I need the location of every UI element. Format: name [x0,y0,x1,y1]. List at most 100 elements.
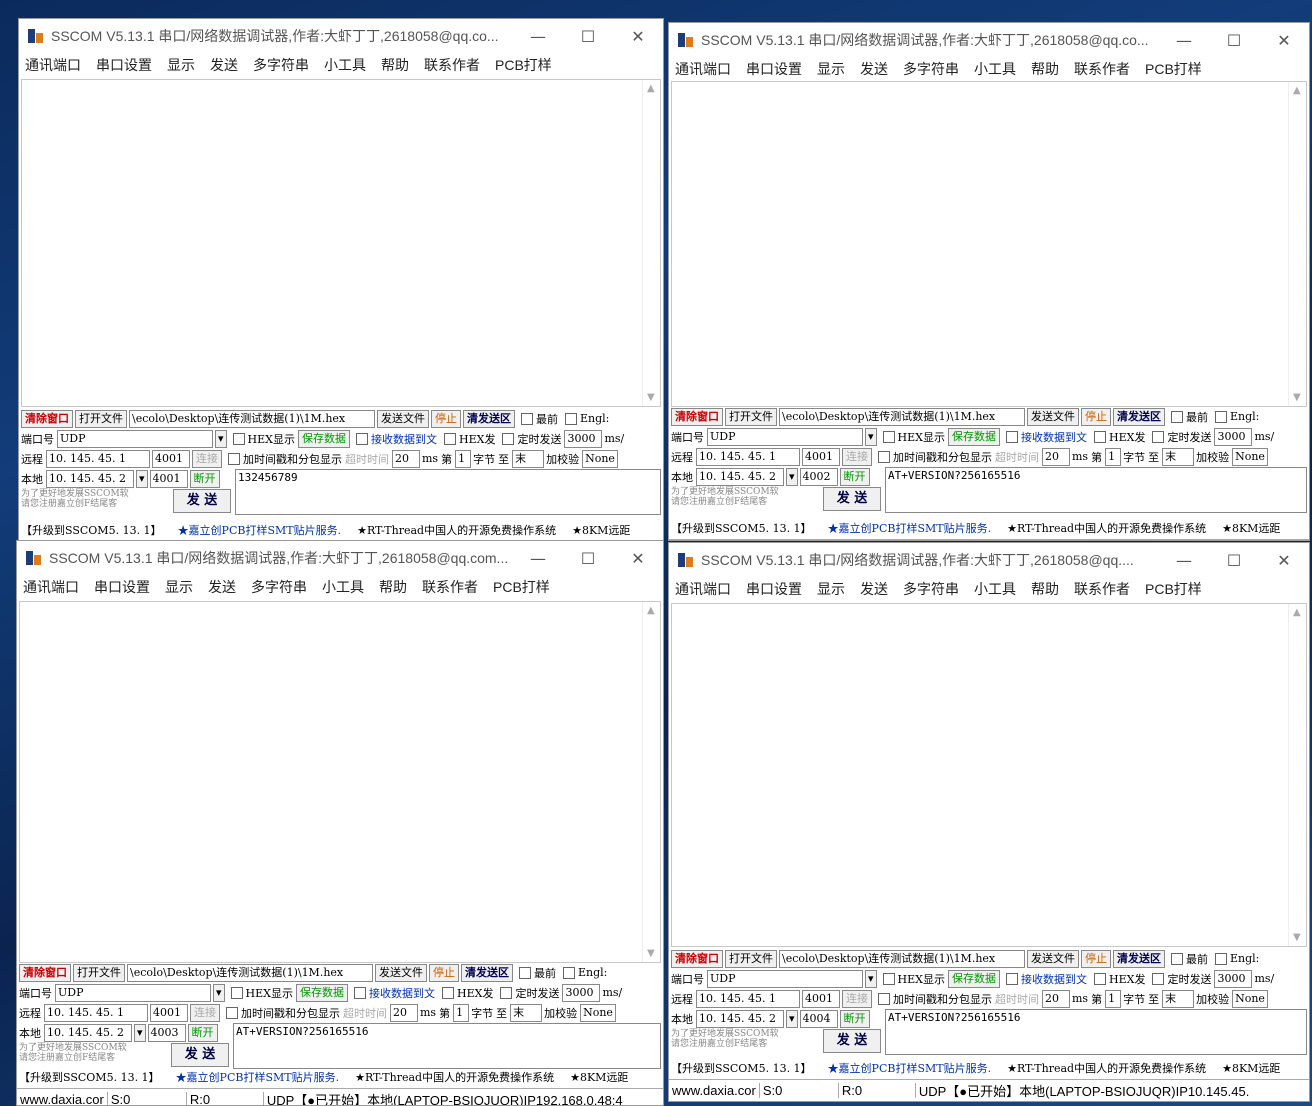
scroll-up-icon[interactable]: ▲ [647,83,655,94]
save-data-button[interactable]: 保存数据 [948,969,1000,988]
timed-send-checkbox[interactable] [1152,430,1165,443]
menu-serial-settings[interactable]: 串口设置 [94,577,150,597]
menu-tools[interactable]: 小工具 [974,59,1016,79]
local-port-field[interactable]: 4004 [799,1009,838,1028]
timeout-field[interactable]: 20 [390,1003,418,1022]
stop-button[interactable]: 停止 [429,963,459,982]
disconnect-button[interactable]: 断开 [839,1009,870,1028]
clear-window-button[interactable]: 清除窗口 [21,409,73,428]
title-bar[interactable]: SSCOM V5.13.1 串口/网络数据调试器,作者:大虾丁丁,2618058… [669,23,1309,57]
menu-display[interactable]: 显示 [167,55,195,75]
topmost-checkbox[interactable] [519,966,531,979]
checksum-select[interactable]: None [1232,989,1269,1008]
menu-help[interactable]: 帮助 [379,577,407,597]
english-checkbox[interactable] [1215,952,1227,965]
send-textarea[interactable]: AT+VERSION?256165516 [233,1023,661,1069]
status-website[interactable]: www.daxia.cor [669,1082,760,1098]
clear-send-button[interactable]: 清发送区 [1113,949,1165,968]
remote-port-field[interactable]: 4001 [802,989,840,1008]
menu-display[interactable]: 显示 [817,579,845,599]
news-8km-link[interactable]: ★8KM远距 [572,522,630,538]
timestamp-checkbox[interactable] [228,452,240,465]
send-button[interactable]: 发 送 [173,489,231,513]
news-rtthread-link[interactable]: ★RT-Thread中国人的开源免费操作系统 [357,522,556,538]
scroll-up-icon[interactable]: ▲ [1293,607,1301,618]
news-pcb-link[interactable]: ★嘉立创PCB打样SMT贴片服务. [176,1069,340,1085]
receive-scrollbar[interactable]: ▲ ▼ [1288,82,1306,406]
end-select[interactable]: 末 [510,1003,543,1022]
send-textarea[interactable]: AT+VERSION?256165516 [885,1009,1307,1055]
save-data-button[interactable]: 保存数据 [948,427,1000,446]
send-textarea[interactable]: AT+VERSION?256165516 [885,467,1307,513]
stop-button[interactable]: 停止 [1081,949,1111,968]
menu-send[interactable]: 发送 [860,579,888,599]
clear-send-button[interactable]: 清发送区 [463,409,515,428]
scroll-down-icon[interactable]: ▼ [647,392,655,403]
disconnect-button[interactable]: 断开 [189,469,220,488]
hex-send-checkbox[interactable] [442,986,454,999]
connect-button[interactable]: 连接 [190,1003,220,1022]
news-pcb-link[interactable]: ★嘉立创PCB打样SMT贴片服务. [828,520,992,536]
news-upgrade-link[interactable]: 【升级到SSCOM5. 13. 1】 [19,1069,160,1085]
timed-send-checkbox[interactable] [502,432,515,445]
timed-interval-field[interactable]: 3000 [564,429,603,448]
disconnect-button[interactable]: 断开 [187,1023,218,1042]
minimize-button[interactable]: — [513,19,563,53]
promo-text[interactable]: 为了更好地发展SSCOM软 请您注册嘉立创F结尾客 [19,1043,127,1063]
chevron-down-icon[interactable]: ▾ [213,983,225,1002]
menu-tools[interactable]: 小工具 [974,579,1016,599]
english-checkbox[interactable] [563,966,575,979]
chevron-down-icon[interactable]: ▾ [865,969,877,988]
timeout-field[interactable]: 20 [1042,989,1070,1008]
menu-tools[interactable]: 小工具 [324,55,366,75]
menu-help[interactable]: 帮助 [1031,59,1059,79]
menu-send[interactable]: 发送 [210,55,238,75]
open-file-button[interactable]: 打开文件 [75,409,127,428]
news-rtthread-link[interactable]: ★RT-Thread中国人的开源免费操作系统 [1007,520,1206,536]
news-upgrade-link[interactable]: 【升级到SSCOM5. 13. 1】 [671,1060,812,1076]
scroll-down-icon[interactable]: ▼ [1293,392,1301,403]
timed-interval-field[interactable]: 3000 [1214,427,1253,446]
news-pcb-link[interactable]: ★嘉立创PCB打样SMT贴片服务. [178,522,342,538]
menu-contact[interactable]: 联系作者 [422,577,478,597]
save-data-button[interactable]: 保存数据 [298,429,350,448]
timed-interval-field[interactable]: 3000 [1214,969,1253,988]
remote-ip-field[interactable]: 10. 145. 45. 1 [44,1003,148,1022]
topmost-checkbox[interactable] [1171,410,1183,423]
menu-send[interactable]: 发送 [208,577,236,597]
local-port-field[interactable]: 4003 [147,1023,186,1042]
scroll-up-icon[interactable]: ▲ [647,605,655,616]
send-file-button[interactable]: 发送文件 [375,963,427,982]
file-path-field[interactable]: \ecolo\Desktop\连传测试数据(1)\1M.hex [127,963,373,982]
connect-button[interactable]: 连接 [842,447,872,466]
nth-field[interactable]: 1 [1105,989,1122,1008]
port-select[interactable]: UDP [55,983,211,1002]
menu-serial-port[interactable]: 通讯端口 [675,579,731,599]
disconnect-button[interactable]: 断开 [839,467,870,486]
remote-ip-field[interactable]: 10. 145. 45. 1 [46,449,150,468]
end-select[interactable]: 末 [512,449,545,468]
promo-text[interactable]: 为了更好地发展SSCOM软 请您注册嘉立创F结尾客 [21,489,129,509]
menu-serial-port[interactable]: 通讯端口 [25,55,81,75]
news-8km-link[interactable]: ★8KM远距 [570,1069,628,1085]
local-port-field[interactable]: 4001 [149,469,188,488]
recv-to-file-checkbox[interactable] [354,986,366,999]
timestamp-checkbox[interactable] [226,1006,238,1019]
remote-port-field[interactable]: 4001 [152,449,190,468]
menu-multi-string[interactable]: 多字符串 [903,579,959,599]
maximize-button[interactable]: ☐ [563,19,613,53]
port-select[interactable]: UDP [707,969,863,988]
scroll-down-icon[interactable]: ▼ [1293,932,1301,943]
news-8km-link[interactable]: ★8KM远距 [1222,520,1280,536]
close-button[interactable]: ✕ [1259,23,1309,57]
open-file-button[interactable]: 打开文件 [725,949,777,968]
receive-area[interactable]: ▲ ▼ [21,79,661,407]
hex-display-checkbox[interactable] [882,972,895,985]
menu-multi-string[interactable]: 多字符串 [903,59,959,79]
end-select[interactable]: 末 [1162,447,1195,466]
local-port-field[interactable]: 4002 [799,467,838,486]
menu-serial-settings[interactable]: 串口设置 [746,59,802,79]
scroll-down-icon[interactable]: ▼ [647,948,655,959]
menu-contact[interactable]: 联系作者 [1074,579,1130,599]
english-checkbox[interactable] [1215,410,1227,423]
